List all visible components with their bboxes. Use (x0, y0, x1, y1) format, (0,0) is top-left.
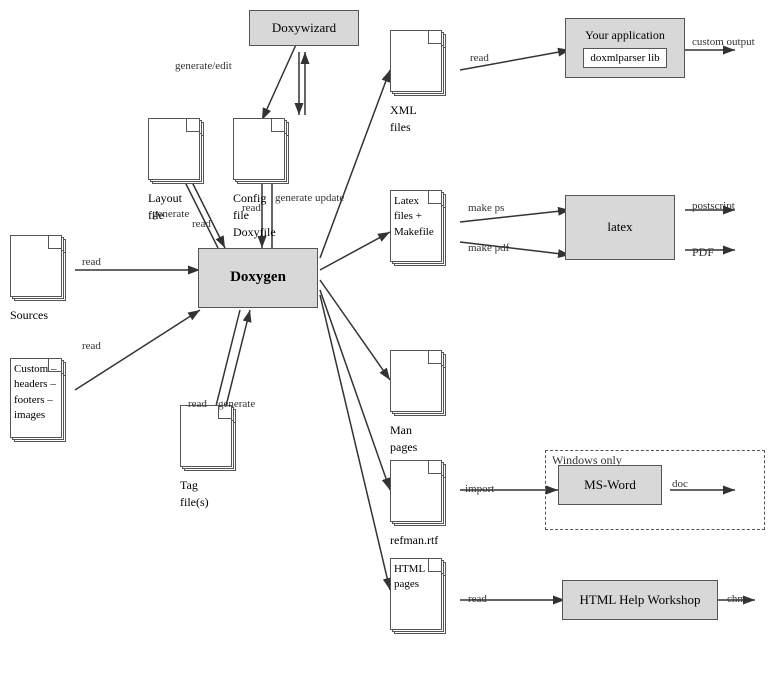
ms-word-label: MS-Word (584, 477, 636, 494)
refman-page-front (390, 460, 442, 522)
sources-label: Sources (10, 307, 48, 324)
refman-label: refman.rtf (390, 532, 438, 549)
tag-page-front (180, 405, 232, 467)
read-custom-label: read (82, 340, 101, 352)
xml-page-front (390, 30, 442, 92)
latex-files-label: Latex files + Makefile (394, 194, 438, 240)
doxygen-label: Doxygen (230, 268, 286, 288)
generate1-label: generate (152, 208, 189, 220)
latex-label: latex (607, 219, 632, 236)
read1-label: read (192, 218, 211, 230)
diagram: Doxywizard generate/edit Layout file gen… (0, 0, 784, 690)
generate-tag-label: generate (218, 398, 255, 410)
html-help-label: HTML Help Workshop (580, 592, 701, 609)
sources-page-front (10, 235, 62, 297)
import-label: import (465, 483, 494, 495)
make-pdf-label: make pdf (468, 242, 509, 254)
config-file-label: Config file Doxyfile (233, 190, 276, 240)
doxygen-box: Doxygen (198, 248, 318, 308)
chm-label: chm (727, 593, 746, 605)
html-pages-label: HTML pages (394, 562, 438, 593)
read-tag-label: read (188, 398, 207, 410)
ms-word-box: MS-Word (558, 465, 662, 505)
read-config-label: read (242, 202, 261, 214)
postscript-label: postscript (692, 200, 735, 212)
make-ps-label: make ps (468, 202, 504, 214)
doc-page-front (148, 118, 200, 180)
read-xml-label: read (470, 52, 489, 64)
your-app-box: Your application doxmlparser lib (565, 18, 685, 78)
latex-box: latex (565, 195, 675, 260)
tag-files-label: Tag file(s) (180, 477, 209, 511)
config-page-front (233, 118, 285, 180)
doc-label: doc (672, 478, 688, 490)
generate-edit-label: generate/edit (175, 60, 232, 72)
read-sources-label: read (82, 256, 101, 268)
gen-update-label: generate update (275, 192, 344, 204)
doxywizard-box: Doxywizard (249, 10, 359, 46)
html-help-box: HTML Help Workshop (562, 580, 718, 620)
custom-label: Custom – headers – footers – images (14, 362, 58, 424)
read-html-label: read (468, 593, 487, 605)
man-pages-label: Man pages (390, 422, 417, 456)
man-page-front (390, 350, 442, 412)
pdf-label: PDF (692, 245, 714, 260)
doxml-lib-box: doxmlparser lib (583, 48, 666, 68)
your-app-label: Your application (583, 28, 666, 44)
custom-output-label: custom output (692, 36, 755, 48)
doxml-lib-label: doxmlparser lib (590, 52, 659, 64)
doxywizard-label: Doxywizard (272, 20, 336, 37)
xml-files-label: XML files (390, 102, 416, 136)
